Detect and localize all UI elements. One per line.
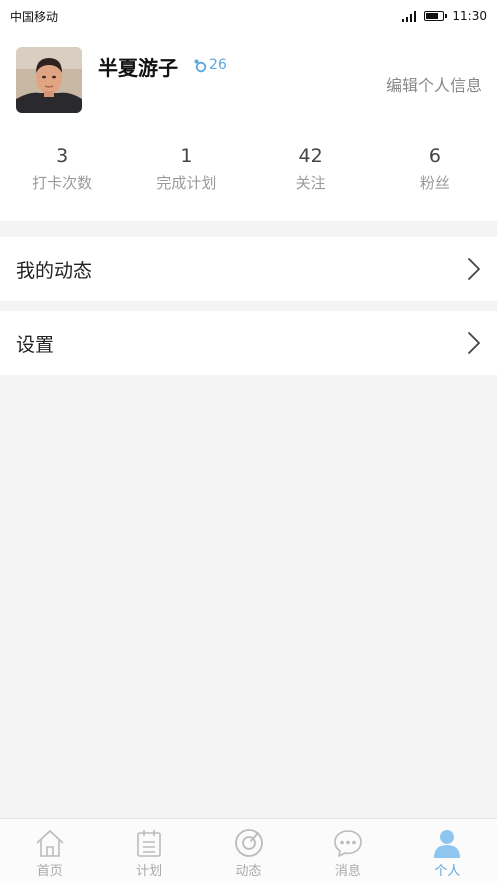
tab-dynamic[interactable]: 动态 bbox=[199, 819, 298, 883]
stat-following[interactable]: 42 关注 bbox=[249, 142, 373, 193]
stat-followers[interactable]: 6 粉丝 bbox=[373, 142, 497, 193]
chevron-right-icon bbox=[468, 332, 480, 354]
stat-label: 完成计划 bbox=[156, 174, 217, 192]
status-bar: 中国移动 11:30 bbox=[0, 0, 497, 32]
stats-row: 3 打卡次数 1 完成计划 42 关注 6 粉丝 bbox=[0, 142, 497, 193]
carrier-label: 中国移动 bbox=[10, 9, 59, 24]
chevron-right-icon bbox=[468, 258, 480, 280]
tab-label: 计划 bbox=[136, 864, 163, 879]
bottom-tab-bar: 首页 计划 动态 消息 个人 bbox=[0, 818, 497, 883]
stat-label: 关注 bbox=[295, 174, 326, 192]
username: 半夏游子 bbox=[98, 56, 178, 80]
menu-item-label: 设置 bbox=[16, 333, 55, 356]
stat-completed-plans[interactable]: 1 完成计划 bbox=[124, 142, 248, 193]
stat-label: 打卡次数 bbox=[32, 174, 93, 192]
person-icon bbox=[434, 830, 461, 858]
tab-label: 动态 bbox=[235, 864, 262, 879]
calendar-icon bbox=[137, 830, 161, 857]
status-icons: 11:30 bbox=[402, 9, 487, 23]
menu-item-my-activity[interactable]: 我的动态 bbox=[0, 237, 497, 301]
home-icon bbox=[36, 830, 64, 857]
stat-value: 3 bbox=[56, 145, 69, 167]
battery-icon bbox=[424, 11, 448, 21]
dynamic-icon bbox=[234, 829, 263, 857]
profile-card: 半夏游子 26 编辑个人信息 3 打卡次数 1 完成计划 42 关注 6 粉丝 bbox=[0, 32, 497, 221]
tab-label: 个人 bbox=[434, 864, 461, 879]
stat-value: 42 bbox=[298, 145, 323, 167]
tab-plan[interactable]: 计划 bbox=[99, 819, 198, 883]
level-badge: 26 bbox=[193, 57, 227, 73]
clock-label: 11:30 bbox=[452, 9, 487, 23]
avatar[interactable] bbox=[16, 47, 82, 113]
menu-item-settings[interactable]: 设置 bbox=[0, 311, 497, 375]
tab-messages[interactable]: 消息 bbox=[298, 819, 397, 883]
menu-item-label: 我的动态 bbox=[16, 259, 93, 282]
tab-label: 消息 bbox=[334, 864, 361, 879]
tab-home[interactable]: 首页 bbox=[0, 819, 99, 883]
edit-profile-link[interactable]: 编辑个人信息 bbox=[386, 72, 482, 96]
stat-value: 1 bbox=[180, 145, 193, 167]
level-value: 26 bbox=[209, 57, 227, 73]
tab-label: 首页 bbox=[36, 864, 63, 879]
stat-label: 粉丝 bbox=[419, 174, 450, 192]
tab-profile[interactable]: 个人 bbox=[398, 819, 497, 883]
message-icon bbox=[334, 830, 362, 857]
stat-checkins[interactable]: 3 打卡次数 bbox=[0, 142, 124, 193]
stat-value: 6 bbox=[428, 145, 441, 167]
level-icon bbox=[194, 59, 207, 72]
signal-icon bbox=[402, 10, 417, 22]
